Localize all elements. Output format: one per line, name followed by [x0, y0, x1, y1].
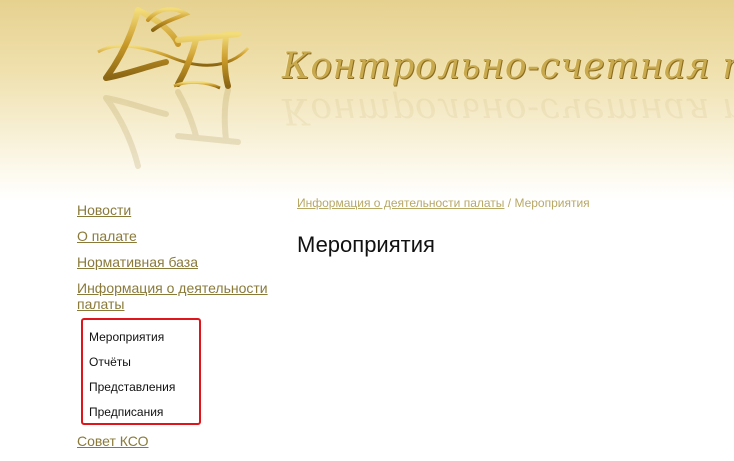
site-header: Контрольно-счетная палата Л Контрольно-с… — [0, 0, 734, 200]
breadcrumb-parent-link[interactable]: Информация о деятельности палаты — [297, 196, 504, 210]
site-title: Контрольно-счетная палата Л — [282, 46, 734, 87]
submenu-item-representations[interactable]: Представления — [89, 380, 175, 394]
breadcrumb-separator: / — [504, 196, 515, 210]
site-title-reflection: Контрольно-счетная палата Л — [282, 90, 734, 131]
page: Контрольно-счетная палата Л Контрольно-с… — [0, 0, 734, 461]
submenu-item-reports[interactable]: Отчёты — [89, 355, 131, 369]
ksp-monogram-logo[interactable] — [78, 0, 258, 170]
sidebar-item-about[interactable]: О палате — [77, 228, 137, 244]
sidebar-item-kso-council[interactable]: Совет КСО — [77, 433, 149, 449]
breadcrumb: Информация о деятельности палаты / Мероп… — [297, 196, 590, 210]
page-title: Мероприятия — [297, 232, 435, 257]
sidebar-item-activity-info[interactable]: Информация о деятельности палаты — [77, 280, 282, 312]
breadcrumb-current: Мероприятия — [514, 196, 590, 210]
activity-submenu: Мероприятия Отчёты Представления Предпис… — [81, 318, 201, 425]
sidebar-item-news[interactable]: Новости — [77, 202, 131, 218]
submenu-item-orders[interactable]: Предписания — [89, 405, 163, 419]
sidebar-item-regulatory-base[interactable]: Нормативная база — [77, 254, 198, 270]
submenu-item-events[interactable]: Мероприятия — [89, 330, 164, 344]
